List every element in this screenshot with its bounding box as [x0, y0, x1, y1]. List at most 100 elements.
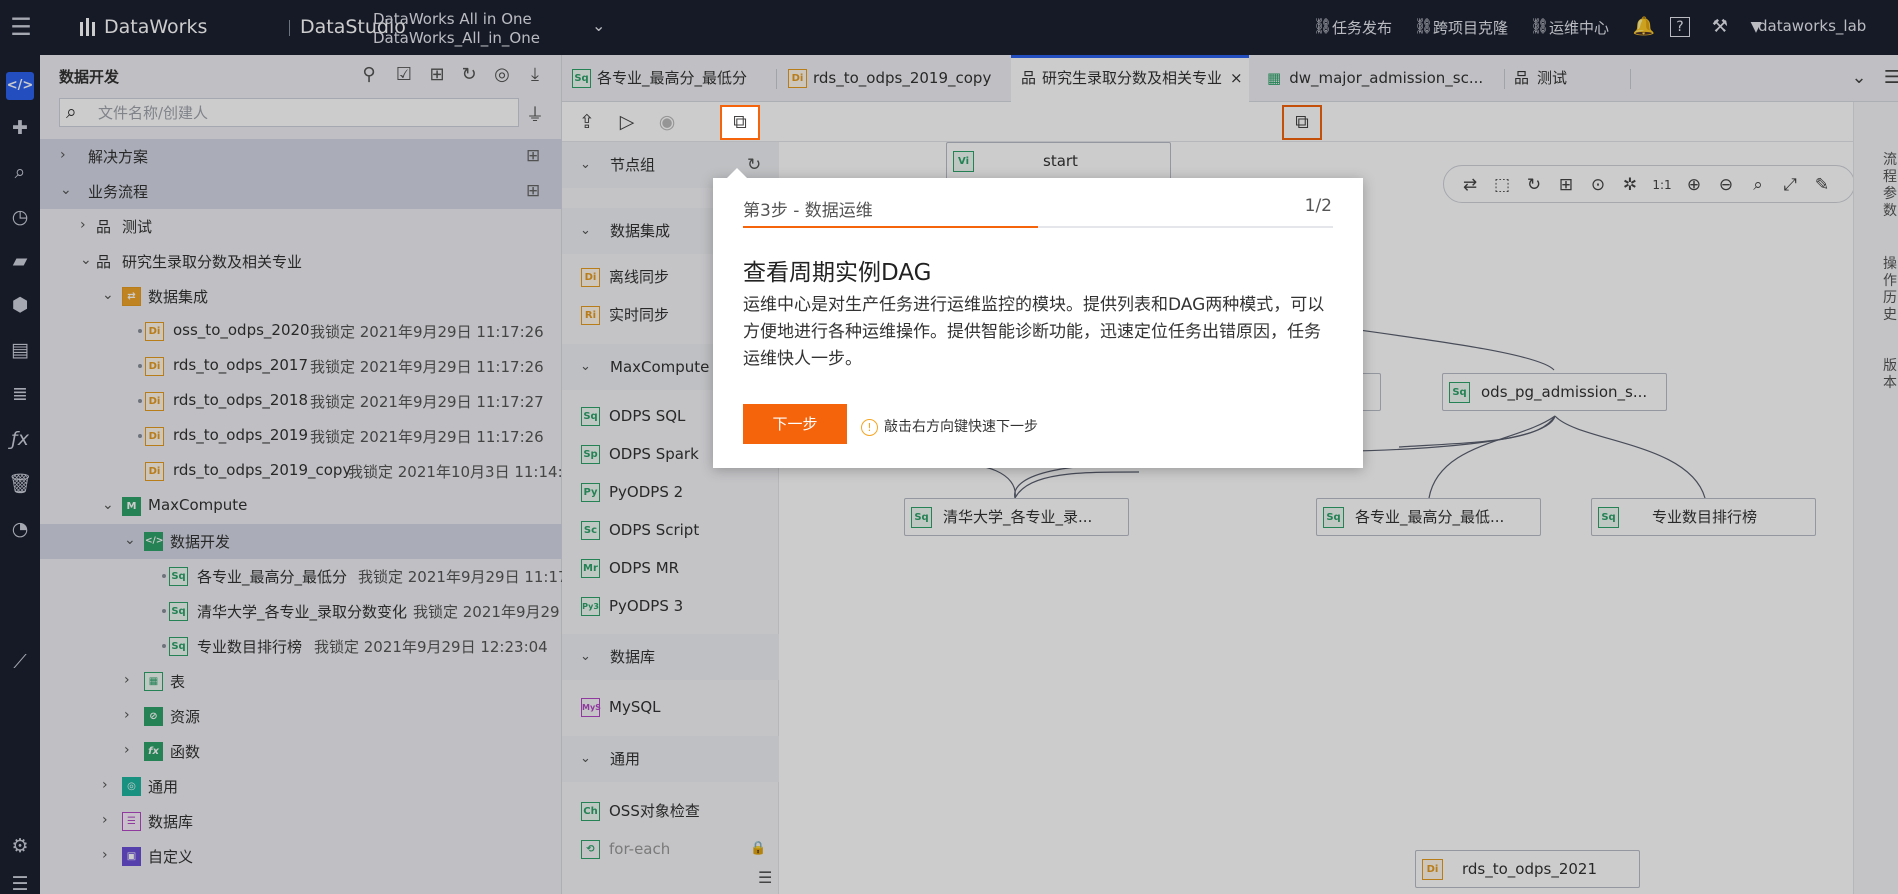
- user-filter-icon[interactable]: ⚲: [358, 64, 380, 86]
- tree-node-tsinghua-score-change[interactable]: Sq 清华大学_各专业_录取分数变化 我锁定 2021年9月29: [40, 594, 562, 629]
- chevron-right-icon[interactable]: ›: [80, 217, 86, 233]
- palette-item-for-each[interactable]: ⟲ for-each 🔒: [562, 830, 779, 868]
- tree-node-rds-to-odps-2019-copy[interactable]: Di rds_to_odps_2019_copy 我锁定 2021年10月3日 …: [40, 454, 562, 489]
- help-icon[interactable]: ?: [1670, 17, 1690, 37]
- more-menu-icon[interactable]: ☰: [1880, 66, 1898, 90]
- chevron-down-icon[interactable]: ⌄: [592, 16, 605, 35]
- tree-node-major-count-rank[interactable]: Sq 专业数目排行榜 我锁定 2021年9月29日 12:23:04: [40, 629, 562, 664]
- chevron-down-icon[interactable]: ⌄: [102, 287, 114, 303]
- tree-folder-data-integration[interactable]: ⌄ ⇄ 数据集成: [40, 279, 562, 314]
- table-icon[interactable]: ▤: [0, 336, 40, 364]
- chevron-right-icon[interactable]: ›: [60, 147, 66, 163]
- tree-folder-data-dev[interactable]: ⌄ </> 数据开发: [40, 524, 562, 559]
- cross-project-clone-link[interactable]: 跨项目克隆: [1433, 17, 1508, 38]
- tree-node-rds-to-odps-2017[interactable]: Di rds_to_odps_2017 我锁定 2021年9月29日 11:17…: [40, 349, 562, 384]
- tree-folder-tables[interactable]: › ▦ 表: [40, 664, 562, 699]
- cube-icon[interactable]: ⬢: [0, 291, 40, 319]
- layout-icon[interactable]: ✲: [1618, 173, 1642, 197]
- clock-icon[interactable]: ◷: [0, 203, 40, 231]
- tab-rds-to-odps-2019-copy[interactable]: Di rds_to_odps_2019_copy: [788, 55, 991, 102]
- tree-folder-custom[interactable]: › ▣ 自定义: [40, 839, 562, 874]
- checklist-icon[interactable]: ☑: [393, 64, 415, 86]
- refresh-icon[interactable]: ↻: [458, 64, 480, 86]
- run-icon[interactable]: ▷: [612, 108, 642, 136]
- function-icon[interactable]: ƒx: [0, 425, 40, 453]
- dag-node-major-max-min[interactable]: Sq 各专业_最高分_最低...: [1316, 498, 1541, 536]
- tree-search-input[interactable]: [98, 103, 498, 123]
- wrench-icon[interactable]: ⚒: [1708, 15, 1732, 39]
- grid-icon[interactable]: ⊞: [526, 146, 540, 166]
- briefcase-icon[interactable]: ▰: [0, 247, 40, 275]
- search-icon[interactable]: ⌕: [0, 158, 40, 186]
- dag-node-rds-to-odps-2021[interactable]: Di rds_to_odps_2021: [1415, 850, 1640, 888]
- tab-major-max-min[interactable]: Sq 各专业_最高分_最低分: [572, 55, 767, 102]
- dag-node-tsinghua[interactable]: Sq 清华大学_各专业_录...: [904, 498, 1129, 536]
- go-to-ops-icon[interactable]: ⧉: [720, 105, 760, 140]
- chevron-right-icon[interactable]: ›: [124, 672, 130, 688]
- dag-node-ods-pg-admission[interactable]: Sq ods_pg_admission_s...: [1442, 373, 1667, 411]
- bell-icon[interactable]: 🔔: [1632, 15, 1656, 39]
- palette-item-pyodps-3[interactable]: Py3 PyODPS 3: [562, 587, 779, 625]
- palette-item-mysql[interactable]: MyS MySQL: [562, 688, 779, 726]
- go-to-ops-icon[interactable]: ⧉: [1282, 105, 1322, 140]
- version-tab[interactable]: 版本: [1882, 358, 1898, 392]
- trash-icon[interactable]: 🗑: [0, 470, 40, 498]
- tree-folder-resources[interactable]: › ⊘ 资源: [40, 699, 562, 734]
- list-icon[interactable]: ≣: [0, 380, 40, 408]
- zoom-in-icon[interactable]: ⊕: [1682, 173, 1706, 197]
- search-icon[interactable]: ⌕: [1746, 173, 1770, 197]
- tree-folder-business-flow[interactable]: ⌄ 业务流程 ⊞: [40, 174, 562, 209]
- chevron-down-icon[interactable]: ⌄: [102, 497, 114, 513]
- fullscreen-icon[interactable]: ⤢: [1778, 173, 1802, 197]
- swap-icon[interactable]: ⇄: [1458, 173, 1482, 197]
- submit-icon[interactable]: ⇪: [572, 108, 602, 136]
- locate-icon[interactable]: ◎: [491, 64, 513, 86]
- op-history-tab[interactable]: 操作历史: [1882, 256, 1898, 324]
- chevron-right-icon[interactable]: ›: [102, 847, 108, 863]
- palette-section-general[interactable]: ⌄ 通用: [562, 736, 779, 782]
- code-icon[interactable]: </>: [6, 72, 34, 100]
- tree-node-oss-to-odps-2020[interactable]: Di oss_to_odps_2020 我锁定 2021年9月29日 11:17…: [40, 314, 562, 349]
- palette-item-odps-script[interactable]: Sc ODPS Script: [562, 511, 779, 549]
- chevron-circle-down-icon[interactable]: ⌄: [1847, 66, 1871, 90]
- tree-folder-solutions[interactable]: › 解决方案 ⊞: [40, 139, 562, 174]
- palette-item-oss-check[interactable]: Ch OSS对象检查: [562, 792, 779, 830]
- palette-item-pyodps-2[interactable]: Py PyODPS 2: [562, 473, 779, 511]
- ops-center-link[interactable]: 运维中心: [1549, 17, 1609, 38]
- chevron-right-icon[interactable]: ›: [102, 777, 108, 793]
- user-account[interactable]: dataworks_lab: [1758, 17, 1866, 35]
- actual-size-icon[interactable]: 1:1: [1650, 173, 1674, 197]
- grid-icon[interactable]: ⊞: [526, 181, 540, 201]
- box-select-icon[interactable]: ⬚: [1490, 173, 1514, 197]
- chevron-down-icon[interactable]: ⌄: [124, 532, 136, 548]
- app-name[interactable]: DataWorks: [104, 16, 207, 38]
- tree-node-major-max-min[interactable]: Sq 各专业_最高分_最低分 我锁定 2021年9月29日 11:17:: [40, 559, 562, 594]
- palette-section-database[interactable]: ⌄ 数据库: [562, 634, 779, 680]
- chevron-down-icon[interactable]: ⌄: [80, 252, 92, 268]
- tree-item-test-flow[interactable]: › 品 测试: [40, 209, 562, 244]
- filter-icon[interactable]: ⏚: [526, 101, 544, 127]
- tab-test[interactable]: 品测试: [1514, 55, 1614, 102]
- chevron-right-icon[interactable]: ›: [102, 812, 108, 828]
- stop-icon[interactable]: ◉: [652, 108, 682, 136]
- chevron-right-icon[interactable]: ›: [124, 742, 130, 758]
- tree-folder-general[interactable]: › ◎ 通用: [40, 769, 562, 804]
- menu-collapse-icon[interactable]: ☰: [0, 870, 40, 894]
- center-icon[interactable]: ⊙: [1586, 173, 1610, 197]
- new-file-icon[interactable]: ⊞: [426, 64, 448, 86]
- menu-icon[interactable]: ☰: [8, 14, 34, 40]
- workspace-selector[interactable]: DataWorks All in One DataWorks_All_in_On…: [373, 10, 540, 48]
- close-icon[interactable]: ×: [1230, 69, 1243, 87]
- refresh-icon[interactable]: ↻: [1522, 173, 1546, 197]
- zoom-out-icon[interactable]: ⊖: [1714, 173, 1738, 197]
- task-publish-link[interactable]: 任务发布: [1332, 17, 1392, 38]
- puzzle-icon[interactable]: ✚: [0, 114, 40, 142]
- scan-icon[interactable]: ◔: [0, 515, 40, 543]
- dag-node-start[interactable]: Vi start: [946, 142, 1171, 180]
- import-icon[interactable]: ⤓: [524, 64, 546, 86]
- edit-icon[interactable]: ✎: [1810, 173, 1834, 197]
- settings-icon[interactable]: ⚙: [0, 832, 40, 860]
- flow-params-tab[interactable]: 流程参数: [1882, 152, 1898, 220]
- dag-node-major-rank[interactable]: Sq 专业数目排行榜: [1591, 498, 1816, 536]
- palette-item-odps-mr[interactable]: Mr ODPS MR: [562, 549, 779, 587]
